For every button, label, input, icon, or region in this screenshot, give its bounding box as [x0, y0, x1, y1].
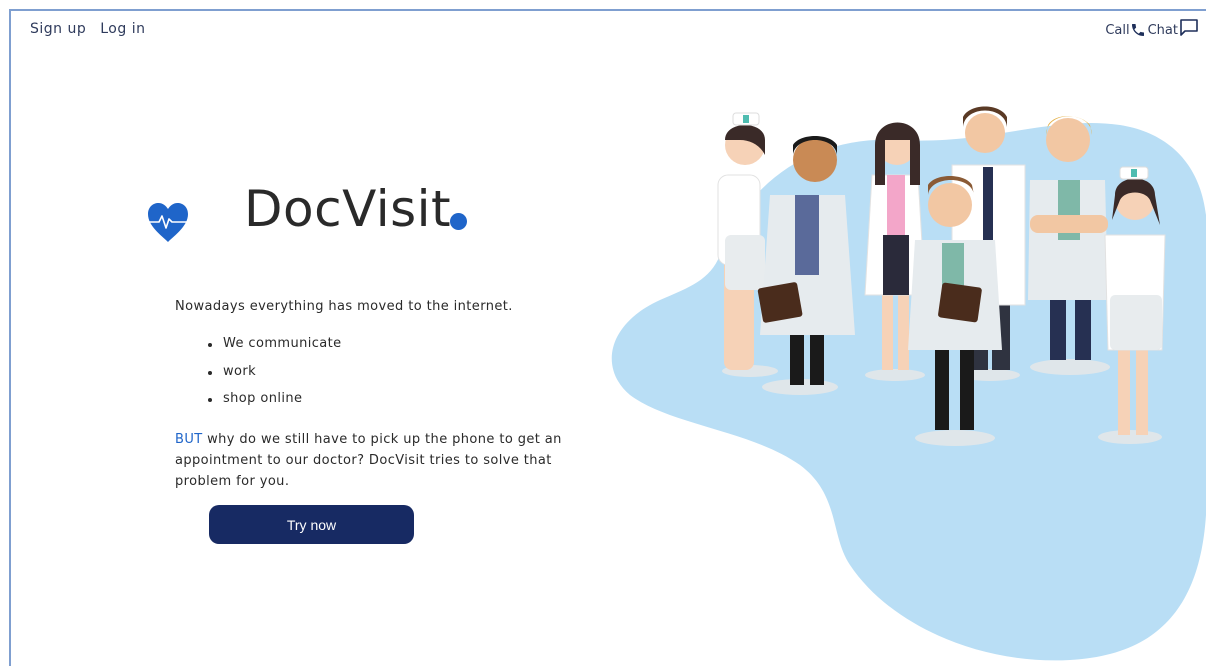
call-link[interactable]: Call — [1105, 22, 1145, 38]
auth-nav: Sign up Log in — [30, 21, 145, 37]
heart-pulse-icon — [148, 203, 188, 242]
pitch-text: BUT why do we still have to pick up the … — [175, 429, 575, 492]
list-item: work — [208, 364, 342, 392]
list-item: shop online — [208, 391, 342, 419]
chat-label: Chat — [1147, 23, 1178, 38]
brand-name: DocVisit — [244, 180, 452, 238]
phone-icon — [1131, 24, 1144, 36]
chat-bubble-icon — [1180, 19, 1198, 36]
pitch-highlight: BUT — [175, 432, 203, 447]
contact-nav: Call Chat — [1105, 18, 1200, 38]
pitch-body: why do we still have to pick up the phon… — [175, 432, 562, 489]
list-item: We communicate — [208, 336, 342, 364]
login-link[interactable]: Log in — [100, 21, 145, 37]
brand-dot — [450, 213, 467, 230]
medical-team-illustration — [611, 106, 1206, 661]
feature-list: We communicate work shop online — [208, 336, 342, 419]
try-now-button[interactable]: Try now — [209, 505, 414, 544]
signup-link[interactable]: Sign up — [30, 21, 86, 37]
call-label: Call — [1105, 23, 1130, 38]
intro-text: Nowadays everything has moved to the int… — [175, 299, 513, 314]
chat-link[interactable]: Chat — [1148, 18, 1200, 38]
